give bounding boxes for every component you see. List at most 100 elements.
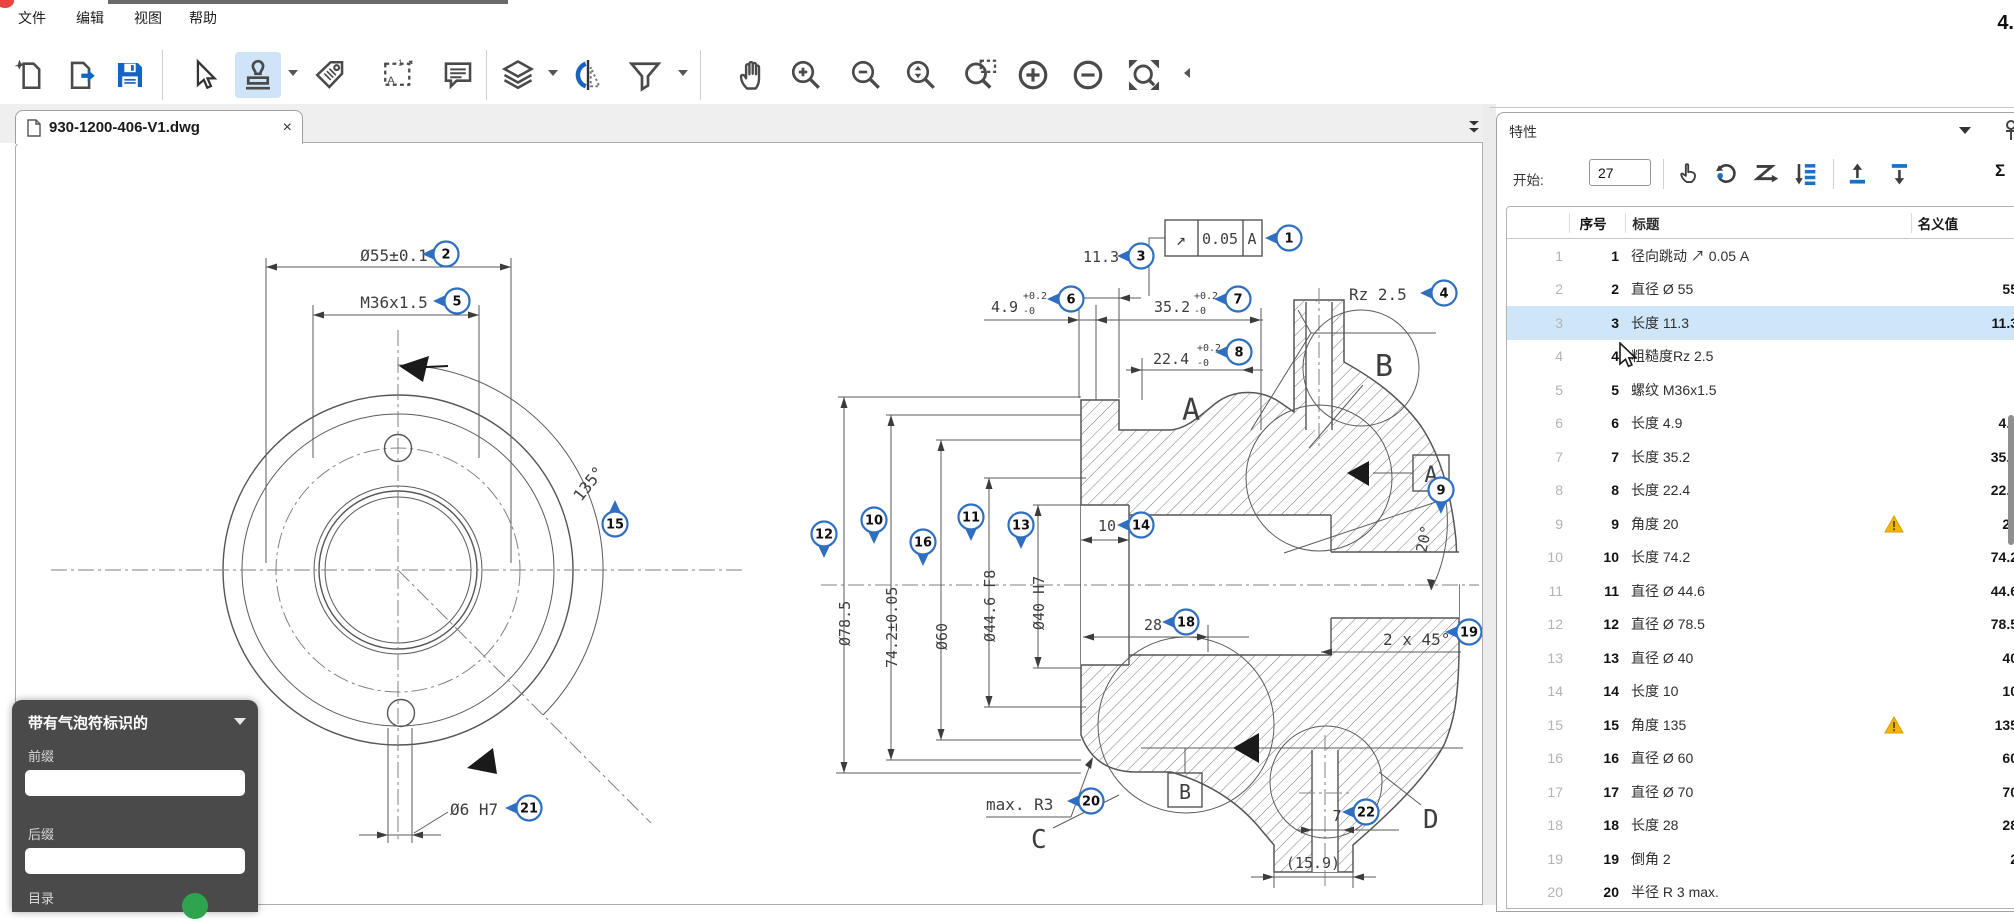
save-button[interactable] bbox=[110, 52, 150, 98]
row-index: 5 bbox=[1507, 382, 1569, 398]
table-row[interactable]: 1717直径 Ø 7070 bbox=[1507, 775, 2014, 809]
table-row[interactable]: 88长度 22.422.4 bbox=[1507, 474, 2014, 508]
new-file-button[interactable] bbox=[10, 52, 50, 98]
comment-button[interactable] bbox=[438, 52, 478, 98]
table-row[interactable]: 1616直径 Ø 6060 bbox=[1507, 742, 2014, 776]
balloon-5[interactable]: 5 bbox=[433, 289, 470, 314]
balloon-panel-collapse-caret[interactable] bbox=[234, 718, 246, 725]
row-balloon-number: 8 bbox=[1569, 482, 1625, 498]
balloon-10[interactable]: 10 bbox=[862, 508, 887, 545]
balloon-15[interactable]: 15 bbox=[603, 500, 628, 537]
tag-button[interactable] bbox=[310, 52, 350, 98]
balloon-11[interactable]: 11 bbox=[959, 505, 984, 542]
tab-title: 930-1200-406-V1.dwg bbox=[49, 119, 277, 136]
table-row[interactable]: 1313直径 Ø 4040 bbox=[1507, 641, 2014, 675]
dim-159: (15.9) bbox=[1286, 854, 1340, 872]
col-num[interactable]: 序号 bbox=[1570, 213, 1626, 233]
renumber-rotate-button[interactable] bbox=[1709, 158, 1743, 190]
move-to-bottom-button[interactable] bbox=[1883, 158, 1917, 190]
sum-button[interactable]: Σ bbox=[1995, 161, 2005, 181]
balloon-20[interactable]: 20 bbox=[1067, 789, 1104, 814]
table-row[interactable]: 1010长度 74.274.2 bbox=[1507, 541, 2014, 575]
mirror-button[interactable] bbox=[568, 52, 608, 98]
row-index: 15 bbox=[1507, 717, 1569, 733]
table-row[interactable]: 1414长度 1010 bbox=[1507, 675, 2014, 709]
row-index: 11 bbox=[1507, 583, 1569, 599]
balloon-7[interactable]: 7 bbox=[1214, 287, 1251, 312]
table-row[interactable]: 44粗糙度Rz 2.5 bbox=[1507, 340, 2014, 374]
balloon-16[interactable]: 16 bbox=[911, 530, 936, 567]
stamp-dropdown-caret[interactable] bbox=[288, 70, 298, 76]
table-row[interactable]: 55螺纹 M36x1.5 bbox=[1507, 373, 2014, 407]
svg-text:-0: -0 bbox=[1194, 306, 1206, 317]
move-to-top-button[interactable] bbox=[1841, 158, 1875, 190]
menu-help[interactable]: 帮助 bbox=[189, 8, 217, 28]
table-scrollbar-thumb[interactable] bbox=[2008, 415, 2014, 545]
zoom-dynamic-button[interactable] bbox=[901, 52, 941, 98]
select-cursor-button[interactable] bbox=[185, 52, 225, 98]
pick-balloon-button[interactable] bbox=[1671, 158, 1705, 190]
canvas-collapse-button[interactable] bbox=[1466, 118, 1482, 139]
area-select-button[interactable]: A1 bbox=[378, 52, 418, 98]
decrease-button[interactable] bbox=[1068, 52, 1108, 98]
balloon-6[interactable]: 6 bbox=[1047, 287, 1084, 312]
dim-m36: M36x1.5 bbox=[360, 293, 427, 312]
suffix-input[interactable] bbox=[25, 848, 245, 874]
menu-file[interactable]: 文件 bbox=[18, 8, 46, 28]
balloon-1[interactable]: 1 bbox=[1265, 226, 1302, 251]
properties-collapse-caret[interactable] bbox=[1959, 127, 1971, 134]
zoom-out-button[interactable] bbox=[846, 52, 886, 98]
row-nominal-value: 10 bbox=[1911, 683, 2014, 699]
tools-divider bbox=[1663, 159, 1664, 189]
table-row[interactable]: 1919倒角 22 bbox=[1507, 842, 2014, 876]
col-nominal[interactable]: 名义值 bbox=[1912, 213, 2014, 233]
row-title: 长度 22.4 bbox=[1625, 480, 1877, 500]
filter-dropdown-caret[interactable] bbox=[678, 70, 688, 76]
tab-drawing[interactable]: 930-1200-406-V1.dwg × bbox=[15, 110, 303, 144]
pin-icon[interactable] bbox=[2003, 119, 2014, 148]
tag-icon bbox=[313, 58, 347, 92]
pan-button[interactable] bbox=[733, 52, 773, 98]
open-file-button[interactable] bbox=[62, 52, 102, 98]
balloon-4[interactable]: 4 bbox=[1420, 281, 1457, 306]
zoom-extents-button[interactable] bbox=[1124, 52, 1164, 98]
menu-edit[interactable]: 编辑 bbox=[76, 8, 104, 28]
green-action-button[interactable] bbox=[182, 893, 208, 919]
tab-close-button[interactable]: × bbox=[283, 120, 292, 136]
row-title: 径向跳动 ↗ 0.05 A bbox=[1625, 246, 1877, 266]
table-row[interactable]: 1515角度 135135 bbox=[1507, 708, 2014, 742]
start-number-input[interactable] bbox=[1589, 159, 1651, 186]
table-row[interactable]: 22直径 Ø 5555 bbox=[1507, 273, 2014, 307]
zoom-extents-icon bbox=[1125, 56, 1163, 94]
renumber-path-button[interactable] bbox=[1749, 158, 1783, 190]
col-title[interactable]: 标题 bbox=[1626, 213, 1876, 233]
table-row[interactable]: 1818长度 2828 bbox=[1507, 809, 2014, 843]
zoom-window-button[interactable] bbox=[960, 52, 1000, 98]
balloon-21[interactable]: 21 bbox=[505, 796, 542, 821]
table-row[interactable]: 66长度 4.94.9 bbox=[1507, 407, 2014, 441]
balloon-3[interactable]: 3 bbox=[1117, 244, 1154, 269]
zoom-in-button[interactable] bbox=[786, 52, 826, 98]
balloon-panel-title: 带有气泡符标识的 bbox=[28, 712, 148, 733]
increase-button[interactable] bbox=[1013, 52, 1053, 98]
filter-button[interactable] bbox=[625, 52, 665, 98]
balloon-13[interactable]: 13 bbox=[1009, 513, 1034, 550]
table-row[interactable]: 1212直径 Ø 78.578.5 bbox=[1507, 608, 2014, 642]
window-close-dot[interactable] bbox=[0, 0, 14, 8]
table-row[interactable]: 2020半径 R 3 max. bbox=[1507, 876, 2014, 910]
balloon-12[interactable]: 12 bbox=[812, 522, 837, 559]
table-row[interactable]: 11径向跳动 ↗ 0.05 A bbox=[1507, 239, 2014, 273]
menu-view[interactable]: 视图 bbox=[134, 8, 162, 28]
toolbar-collapse-caret[interactable] bbox=[1184, 68, 1190, 78]
layers-button[interactable] bbox=[498, 52, 538, 98]
layers-dropdown-caret[interactable] bbox=[548, 70, 558, 76]
table-row[interactable]: 1111直径 Ø 44.644.6 bbox=[1507, 574, 2014, 608]
sort-button[interactable] bbox=[1789, 158, 1823, 190]
tools-divider bbox=[1833, 159, 1834, 189]
balloon-stamp-button[interactable] bbox=[235, 52, 281, 98]
prefix-input[interactable] bbox=[25, 770, 245, 796]
table-row[interactable]: 99角度 2020 bbox=[1507, 507, 2014, 541]
row-title: 直径 Ø 55 bbox=[1625, 279, 1877, 299]
table-row[interactable]: 33长度 11.311.3 bbox=[1507, 306, 2014, 340]
table-row[interactable]: 77长度 35.235.2 bbox=[1507, 440, 2014, 474]
